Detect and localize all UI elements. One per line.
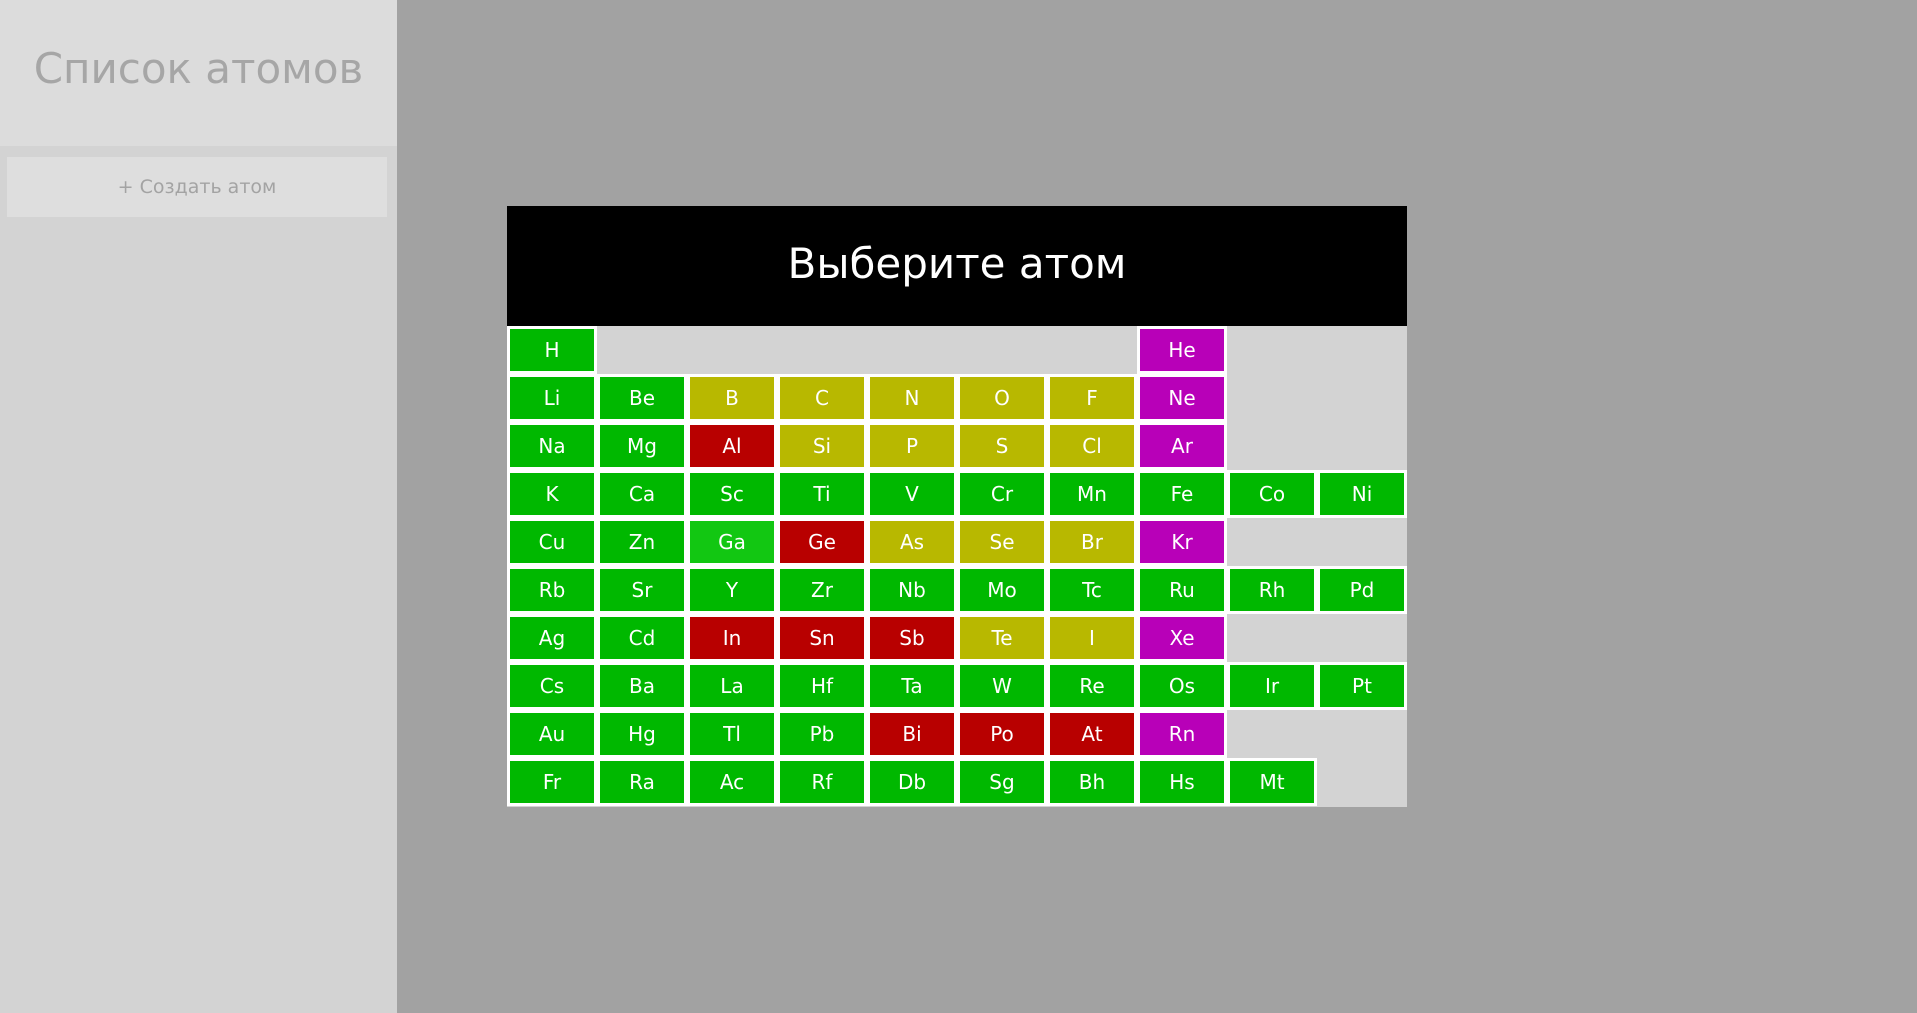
element-cell-co[interactable]: Co — [1227, 470, 1317, 518]
element-cell-n[interactable]: N — [867, 374, 957, 422]
element-cell-cs[interactable]: Cs — [507, 662, 597, 710]
element-cell-la[interactable]: La — [687, 662, 777, 710]
element-cell-zn[interactable]: Zn — [597, 518, 687, 566]
element-cell-si[interactable]: Si — [777, 422, 867, 470]
element-cell-ir[interactable]: Ir — [1227, 662, 1317, 710]
element-cell-hg[interactable]: Hg — [597, 710, 687, 758]
element-cell-fr[interactable]: Fr — [507, 758, 597, 806]
element-cell-pt[interactable]: Pt — [1317, 662, 1407, 710]
element-cell-o[interactable]: O — [957, 374, 1047, 422]
element-cell-y[interactable]: Y — [687, 566, 777, 614]
element-cell-hs[interactable]: Hs — [1137, 758, 1227, 806]
element-cell-zr[interactable]: Zr — [777, 566, 867, 614]
element-cell-v[interactable]: V — [867, 470, 957, 518]
element-cell-sn[interactable]: Sn — [777, 614, 867, 662]
element-cell-mt[interactable]: Mt — [1227, 758, 1317, 806]
element-cell-ti[interactable]: Ti — [777, 470, 867, 518]
element-cell-sb[interactable]: Sb — [867, 614, 957, 662]
element-cell-ca[interactable]: Ca — [597, 470, 687, 518]
modal-title: Выберите атом — [787, 239, 1127, 288]
element-cell-b[interactable]: B — [687, 374, 777, 422]
element-cell-db[interactable]: Db — [867, 758, 957, 806]
element-cell-sr[interactable]: Sr — [597, 566, 687, 614]
atom-picker-modal: Выберите атом H He Li Be B C N O F Ne Na Mg Al Si P S Cl… — [507, 206, 1407, 807]
element-cell-tc[interactable]: Tc — [1047, 566, 1137, 614]
modal-header: Выберите атом — [507, 206, 1407, 326]
element-cell-sg[interactable]: Sg — [957, 758, 1047, 806]
element-cell-ar[interactable]: Ar — [1137, 422, 1227, 470]
element-cell-ga[interactable]: Ga — [687, 518, 777, 566]
element-cell-ac[interactable]: Ac — [687, 758, 777, 806]
element-cell-cd[interactable]: Cd — [597, 614, 687, 662]
element-cell-k[interactable]: K — [507, 470, 597, 518]
element-cell-tl[interactable]: Tl — [687, 710, 777, 758]
element-cell-ra[interactable]: Ra — [597, 758, 687, 806]
element-cell-h[interactable]: H — [507, 326, 597, 374]
sidebar-header: Список атомов — [0, 0, 397, 146]
element-cell-at[interactable]: At — [1047, 710, 1137, 758]
element-cell-ni[interactable]: Ni — [1317, 470, 1407, 518]
element-cell-cr[interactable]: Cr — [957, 470, 1047, 518]
element-cell-bh[interactable]: Bh — [1047, 758, 1137, 806]
element-cell-ta[interactable]: Ta — [867, 662, 957, 710]
element-cell-sc[interactable]: Sc — [687, 470, 777, 518]
element-cell-au[interactable]: Au — [507, 710, 597, 758]
element-cell-al[interactable]: Al — [687, 422, 777, 470]
element-cell-i[interactable]: I — [1047, 614, 1137, 662]
element-cell-ru[interactable]: Ru — [1137, 566, 1227, 614]
element-cell-ne[interactable]: Ne — [1137, 374, 1227, 422]
element-cell-f[interactable]: F — [1047, 374, 1137, 422]
element-cell-in[interactable]: In — [687, 614, 777, 662]
periodic-table-grid: H He Li Be B C N O F Ne Na Mg Al Si P S Cl Ar K Ca Sc Ti V Cr Mn… — [507, 326, 1407, 807]
element-cell-rb[interactable]: Rb — [507, 566, 597, 614]
element-cell-kr[interactable]: Kr — [1137, 518, 1227, 566]
element-cell-mn[interactable]: Mn — [1047, 470, 1137, 518]
element-cell-hf[interactable]: Hf — [777, 662, 867, 710]
element-cell-w[interactable]: W — [957, 662, 1047, 710]
element-cell-os[interactable]: Os — [1137, 662, 1227, 710]
element-cell-c[interactable]: C — [777, 374, 867, 422]
element-cell-re[interactable]: Re — [1047, 662, 1137, 710]
element-cell-s[interactable]: S — [957, 422, 1047, 470]
element-cell-pb[interactable]: Pb — [777, 710, 867, 758]
element-cell-ba[interactable]: Ba — [597, 662, 687, 710]
element-cell-fe[interactable]: Fe — [1137, 470, 1227, 518]
element-cell-li[interactable]: Li — [507, 374, 597, 422]
element-cell-cl[interactable]: Cl — [1047, 422, 1137, 470]
element-cell-be[interactable]: Be — [597, 374, 687, 422]
element-cell-se[interactable]: Se — [957, 518, 1047, 566]
element-cell-rh[interactable]: Rh — [1227, 566, 1317, 614]
element-cell-ag[interactable]: Ag — [507, 614, 597, 662]
element-cell-ge[interactable]: Ge — [777, 518, 867, 566]
element-cell-te[interactable]: Te — [957, 614, 1047, 662]
element-cell-mg[interactable]: Mg — [597, 422, 687, 470]
element-cell-he[interactable]: He — [1137, 326, 1227, 374]
element-cell-po[interactable]: Po — [957, 710, 1047, 758]
element-cell-rn[interactable]: Rn — [1137, 710, 1227, 758]
element-cell-p[interactable]: P — [867, 422, 957, 470]
element-cell-bi[interactable]: Bi — [867, 710, 957, 758]
element-cell-rf[interactable]: Rf — [777, 758, 867, 806]
element-cell-cu[interactable]: Cu — [507, 518, 597, 566]
element-cell-na[interactable]: Na — [507, 422, 597, 470]
element-cell-mo[interactable]: Mo — [957, 566, 1047, 614]
element-cell-pd[interactable]: Pd — [1317, 566, 1407, 614]
element-cell-nb[interactable]: Nb — [867, 566, 957, 614]
element-cell-as[interactable]: As — [867, 518, 957, 566]
sidebar-title: Список атомов — [33, 44, 364, 93]
create-atom-button[interactable]: + Создать атом — [7, 157, 387, 217]
sidebar: Список атомов + Создать атом — [0, 0, 397, 1013]
element-cell-xe[interactable]: Xe — [1137, 614, 1227, 662]
element-cell-br[interactable]: Br — [1047, 518, 1137, 566]
